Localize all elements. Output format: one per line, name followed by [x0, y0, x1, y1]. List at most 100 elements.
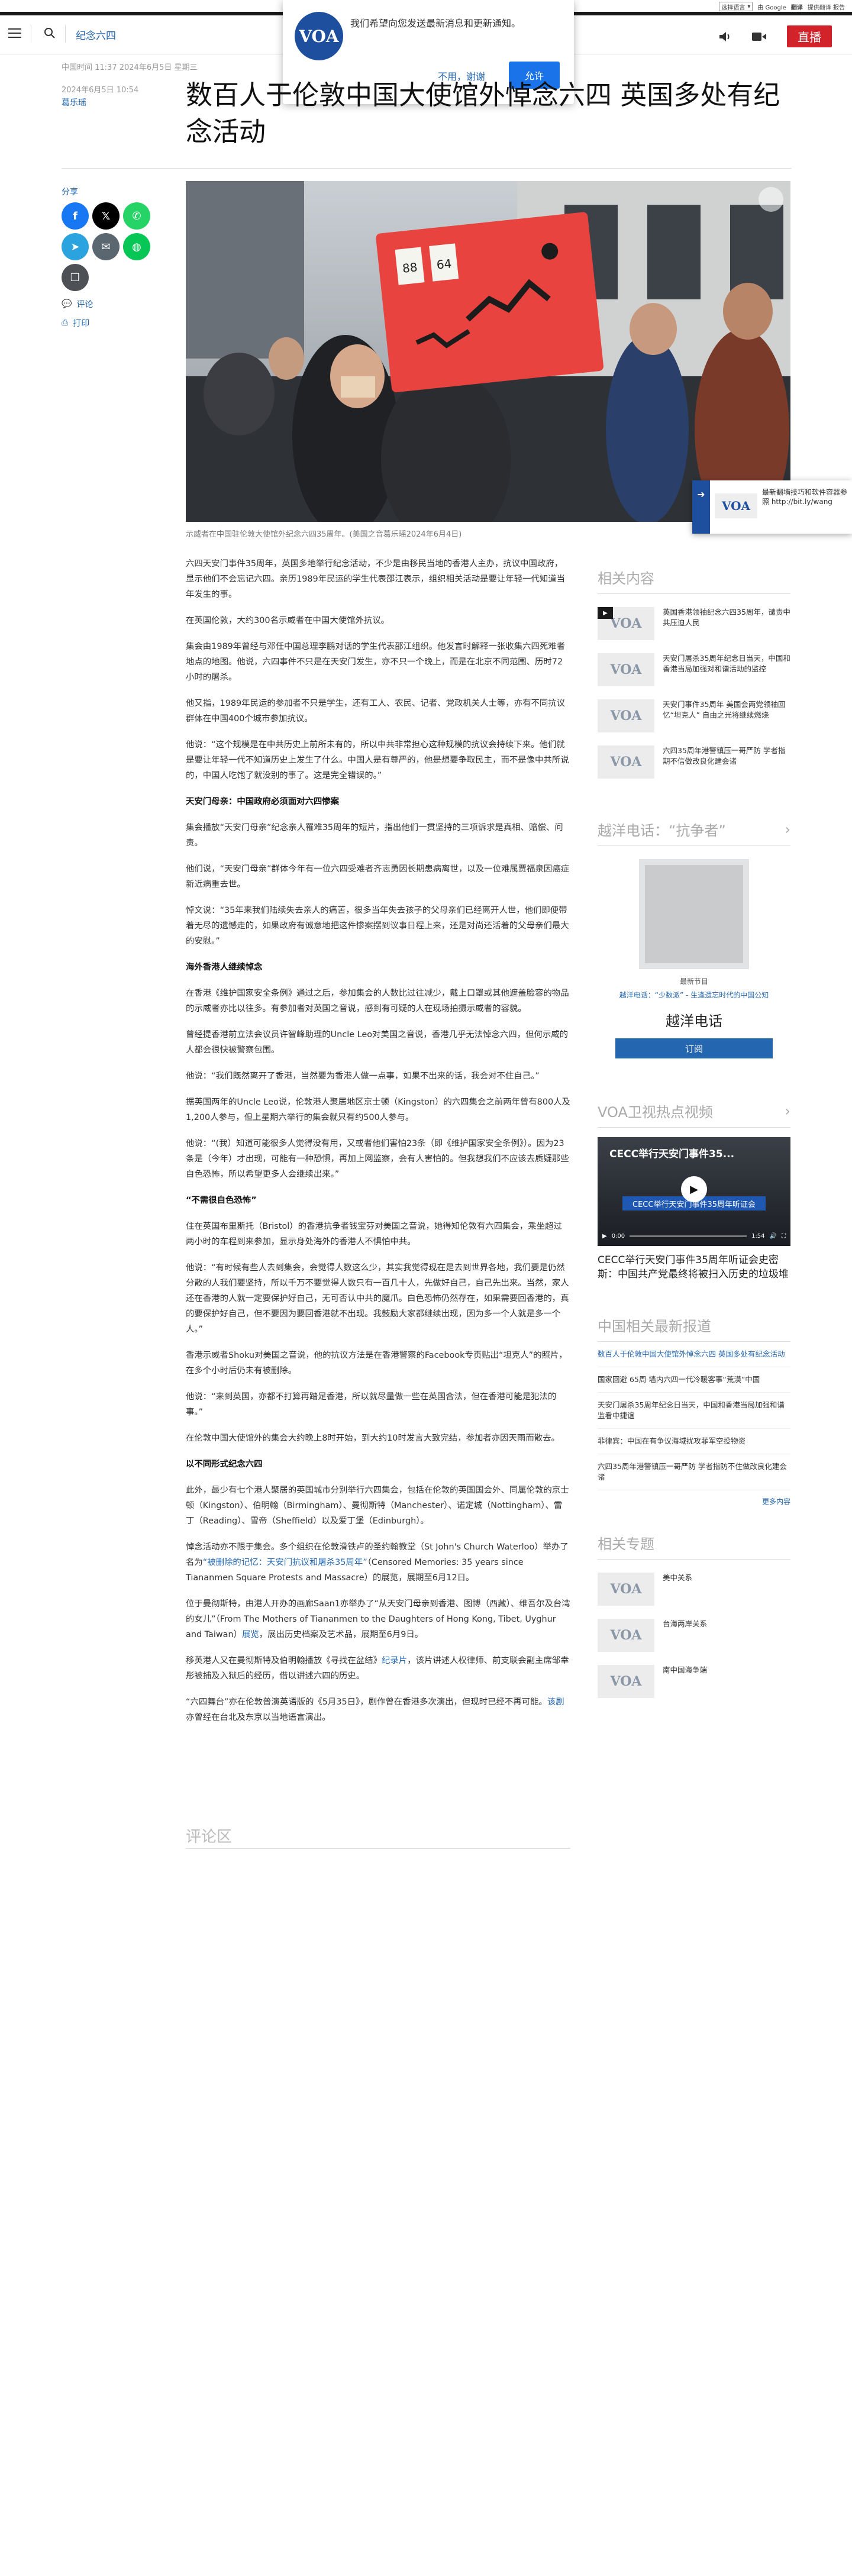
podcast-name: 越洋电话 [666, 1013, 722, 1029]
translate-report-link[interactable]: 提供翻译 报告 [808, 2, 845, 11]
play-link[interactable]: 该剧 [547, 1697, 564, 1707]
topic-title: 美中关系 [663, 1573, 693, 1582]
exhibition-link[interactable]: 展览 [242, 1630, 259, 1639]
expand-icon[interactable] [759, 187, 783, 212]
x-icon[interactable]: 𝕏 [92, 202, 120, 230]
live-button[interactable]: 直播 [787, 25, 832, 47]
line-icon[interactable]: ◍ [123, 233, 150, 260]
topic-item[interactable]: VOA 美中关系 [598, 1573, 790, 1606]
video-icon[interactable] [751, 31, 767, 42]
chevron-right-icon: › [785, 821, 790, 838]
video-title: CECC举行天安门事件35... [609, 1148, 735, 1160]
topic-item[interactable]: VOA 台海两岸关系 [598, 1619, 790, 1652]
paragraph: 悼文说：“35年来我们陆续失去亲人的痛苦，很多当年失去孩子的父母亲们已经离开人世… [186, 906, 569, 946]
fullscreen-icon[interactable]: ⛶ [782, 1233, 786, 1239]
more-link[interactable]: 更多内容 [598, 1496, 790, 1506]
floating-promo-card[interactable]: ➜ VOA 最新翻墙技巧和软件容器参照 http://bit.ly/wang [692, 480, 852, 534]
paragraph: 此外，最少有七个港人聚居的英国城市分别举行六四集会，包括在伦敦的英国国会外、同属… [186, 1486, 569, 1526]
author-link[interactable]: 葛乐瑶 [62, 96, 86, 108]
topics-heading: 相关专题 [598, 1532, 790, 1560]
telegram-icon[interactable]: ➤ [62, 233, 89, 260]
paragraph: 据英国两年的Uncle Leo说，伦敦港人聚居地区京士顿（Kingston）的六… [186, 1097, 570, 1122]
exhibition-link[interactable]: “被删除的记忆：天安门抗议和屠杀35周年” [203, 1558, 367, 1567]
voa-logo: VOA [610, 662, 642, 677]
paragraph-text: “六四舞台”亦在伦敦普演英语版的《5月35日》，剧作曾在香港多次演出，但现时已经… [186, 1697, 547, 1707]
news-link[interactable]: 六四35周年港警镇压一哥严防 学者指防不住做改良化建会诸 [598, 1454, 790, 1490]
publish-date: 2024年6月5日 10:54 [62, 86, 139, 95]
comment-link[interactable]: 💬 评论 [62, 298, 93, 310]
paragraph: 他说：“来到英国，亦都不打算再踏足香港，所以就尽量做一些在英国合法，但在香港可能… [186, 1392, 557, 1417]
play-icon[interactable]: ▶ [681, 1176, 707, 1202]
related-thumbnail: VOA [598, 745, 654, 779]
chevron-down-icon: ▾ [747, 3, 751, 10]
latest-news: 中国相关最新报道 数百人于伦敦中国大使馆外悼念六四 英国多处有纪念活动 国家回避… [598, 1315, 790, 1506]
topic-item[interactable]: VOA 南中国海争端 [598, 1665, 790, 1698]
related-item[interactable]: VOA 天安门事件35周年 美国会两党领袖回忆“坦克人” 自由之光将继续燃烧 [598, 699, 790, 732]
documentary-link[interactable]: 纪录片 [382, 1656, 407, 1665]
related-title: 天安门屠杀35周年纪念日当天，中国和香港当局加强对和谐活动的监控 [663, 654, 790, 673]
print-label: 打印 [73, 319, 90, 328]
volume-icon[interactable]: 🔊 [770, 1233, 777, 1239]
related-item[interactable]: VOA 六四35周年港警镇压一哥严防 学者指期不信做改良化建会诸 [598, 745, 790, 779]
whatsapp-icon[interactable]: ✆ [123, 202, 150, 230]
paragraph-text: 亦曾经在台北及东京以当地语言演出。 [186, 1713, 331, 1722]
divider [62, 168, 792, 169]
chevron-right-icon: › [785, 1102, 790, 1119]
copy-link-icon[interactable]: ❐ [62, 264, 89, 291]
paragraph: 集会播放“天安门母亲”纪念亲人罹难35周年的短片，指出他们一贯坚持的三项诉求是真… [186, 823, 563, 848]
subscribe-button[interactable]: 订阅 [615, 1038, 773, 1058]
topics-heading-text: 相关专题 [598, 1536, 654, 1552]
search-icon[interactable] [44, 26, 56, 40]
comment-icon: 💬 [62, 299, 72, 309]
translate-label[interactable]: 翻译 [791, 2, 803, 11]
audio-icon[interactable] [718, 31, 731, 43]
email-icon[interactable]: ✉ [92, 233, 120, 260]
arrow-right-icon: ➜ [692, 480, 710, 534]
subheading: 天安门母亲：中国政府必须面对六四惨案 [186, 797, 340, 806]
powered-by-google: 由 Google [757, 4, 786, 11]
paragraph: 他说：“我们既然离开了香港，当然要为香港人做一点事，如果不出来的话，我会对不住自… [186, 1071, 540, 1081]
paragraph: 集会由1989年曾经与邓任中国总理李鹏对话的学生代表邵江组织。他发言时解释一张收… [186, 642, 566, 682]
voa-logo: VOA [610, 1581, 642, 1597]
subheading: 以不同形式纪念六四 [186, 1460, 263, 1469]
video-time: 0:00 [611, 1232, 625, 1239]
protest-photo: 88 64 [186, 181, 790, 522]
dateline: 中国时间 11:37 2024年6月5日 星期三 [62, 63, 198, 72]
news-link[interactable]: 天安门屠杀35周年纪念日当天，中国和香港当局加强和谐监看中捷谊 [598, 1393, 790, 1429]
video-heading-text: VOA卫视热点视频 [598, 1104, 713, 1121]
paragraph: 住在英国布里斯托（Bristol）的香港抗争者钱宝芬对美国之音说，她得知伦敦有六… [186, 1222, 562, 1247]
podcast-cover[interactable] [639, 859, 749, 969]
video-progress[interactable] [630, 1235, 747, 1237]
menu-icon[interactable] [8, 28, 21, 39]
facebook-icon[interactable]: f [62, 202, 89, 230]
paragraph: 他说：“有时候有些人去到集会，会觉得人数这么少，其实我觉得现在是去到世界各地，我… [186, 1263, 569, 1334]
news-link[interactable]: 数百人于伦敦中国大使馆外悼念六四 英国多处有纪念活动 [598, 1342, 790, 1367]
podcast-episode-link[interactable]: 越洋电话：“少数派” - 生逢遗忘时代的中国公知 [598, 990, 790, 1000]
related-item[interactable]: VOA 天安门屠杀35周年纪念日当天，中国和香港当局加强对和谐活动的监控 [598, 653, 790, 686]
voa-logo: VOA [715, 493, 757, 518]
news-link[interactable]: 菲律宾：中国在有争议海域扰攻菲军空投物资 [598, 1429, 790, 1454]
video-heading[interactable]: VOA卫视热点视频 › [598, 1100, 790, 1128]
video-caption[interactable]: CECC举行天安门事件35周年听证会史密斯：中国共产党最终将被扫入历史的垃圾堆 [598, 1253, 790, 1281]
video-player[interactable]: CECC举行天安门事件35... CECC举行天安门事件35周年听证会 ▶ ▶ … [598, 1137, 790, 1246]
language-select[interactable]: 选择语言 ▾ [719, 2, 753, 11]
related-title: 英国香港领袖纪念六四35周年，谴责中共压迫人民 [663, 608, 790, 627]
print-link[interactable]: ⎙ 打印 [62, 317, 89, 329]
play-icon[interactable]: ▶ [602, 1233, 607, 1239]
podcast-heading[interactable]: 越洋电话：“抗争者” › [598, 819, 790, 846]
voa-logo: VOA [295, 12, 343, 60]
google-translate-bar: 选择语言 ▾ 由 Google 翻译 提供翻译 报告 [719, 1, 845, 12]
video-duration: 1:54 [751, 1232, 765, 1239]
divider [186, 1848, 570, 1849]
topic-thumbnail: VOA [598, 1665, 654, 1698]
latest-heading: 中国相关最新报道 [598, 1315, 790, 1342]
paragraph: 他说：“这个规模是在中共历史上前所未有的，所以中共非常担心这种规模的抗议会持续下… [186, 740, 569, 780]
related-thumbnail: ▶ VOA [598, 607, 654, 640]
related-item[interactable]: ▶ VOA 英国香港领袖纪念六四35周年，谴责中共压迫人民 [598, 607, 790, 640]
section-link[interactable]: 纪念六四 [76, 27, 116, 42]
video-controls: ▶ 0:00 1:54 🔊 ⛶ [602, 1229, 786, 1242]
paragraph: 移英港人又在曼彻斯特及伯明翰播放《寻找在盆结》纪录片，该片讲述人权律师、前支联会… [186, 1653, 570, 1684]
promo-text: 最新翻墙技巧和软件容器参照 http://bit.ly/wang [762, 488, 848, 506]
latest-heading-text: 中国相关最新报道 [598, 1318, 711, 1335]
news-link[interactable]: 国家回避 65周 墙内六四一代冷暖客事“荒漠”中国 [598, 1367, 790, 1393]
